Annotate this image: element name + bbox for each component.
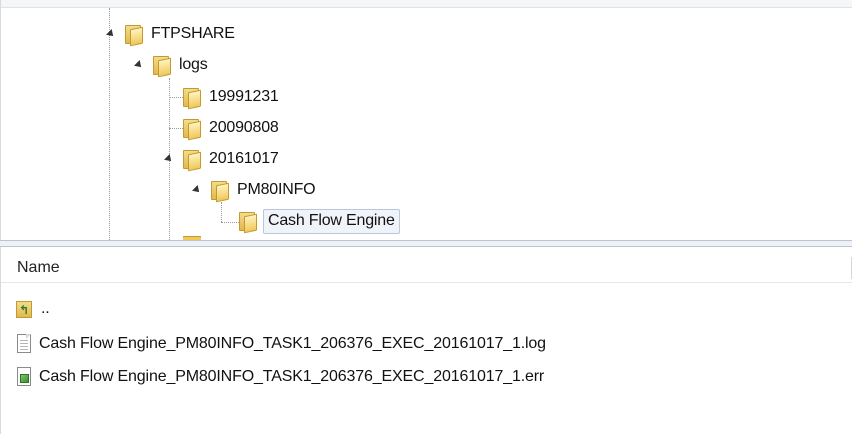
folder-icon [237,209,259,234]
list-item[interactable]: Cash Flow Engine_PM80INFO_TASK1_206376_E… [15,365,544,389]
err-file-icon [15,366,33,388]
tree-node-19991231[interactable]: 19991231 [181,84,279,110]
tree-node-label: 20090808 [209,119,279,136]
tree-node-label: 20161017 [209,150,279,167]
folder-icon [123,22,145,47]
folder-icon [151,53,173,78]
list-item[interactable]: Cash Flow Engine_PM80INFO_TASK1_206376_E… [15,332,546,356]
file-name: Cash Flow Engine_PM80INFO_TASK1_206376_E… [39,368,545,385]
list-item-parent-folder[interactable]: ↰ .. [15,297,50,321]
tree-node-logs[interactable]: logs [134,52,208,78]
expand-arrow-icon[interactable] [192,185,202,195]
column-header-name[interactable]: Name [1,253,852,283]
folder-icon [181,116,203,141]
tree-node-label: 19991231 [209,88,279,105]
expand-arrow-icon[interactable] [164,154,174,164]
tree-guide-line [221,202,222,222]
tree-node-20090808[interactable]: 20090808 [181,115,279,141]
expand-arrow-icon[interactable] [106,29,116,39]
tree-node-ftpshare[interactable]: FTPSHARE [106,21,235,47]
tree-node-label: logs [179,56,208,73]
file-list-pane[interactable]: Name ↰ .. Cash Flow Engine_PM80INFO_TASK… [0,247,852,434]
folder-icon [209,178,231,203]
tree-node-label: PM80INFO [237,181,316,198]
tree-node-pm80info[interactable]: PM80INFO [192,177,316,203]
tree-node-label: FTPSHARE [151,25,235,42]
folder-icon [181,147,203,172]
column-header-label: Name [17,258,60,276]
tree-node-20161017[interactable]: 20161017 [164,146,279,172]
tree-node-cash-flow-engine[interactable]: Cash Flow Engine [237,208,400,234]
text-file-icon [15,333,33,355]
pane-splitter[interactable] [0,240,852,247]
folder-icon [181,85,203,110]
top-scroll-strip [1,0,852,8]
parent-folder-icon: ↰ [15,298,35,320]
file-name: .. [41,300,50,317]
folder-tree-pane[interactable]: FTPSHARE logs 19991231 20090808 20161017… [0,0,852,240]
tree-node-label: Cash Flow Engine [263,208,400,234]
expand-arrow-icon[interactable] [134,60,144,70]
file-name: Cash Flow Engine_PM80INFO_TASK1_206376_E… [39,335,546,352]
